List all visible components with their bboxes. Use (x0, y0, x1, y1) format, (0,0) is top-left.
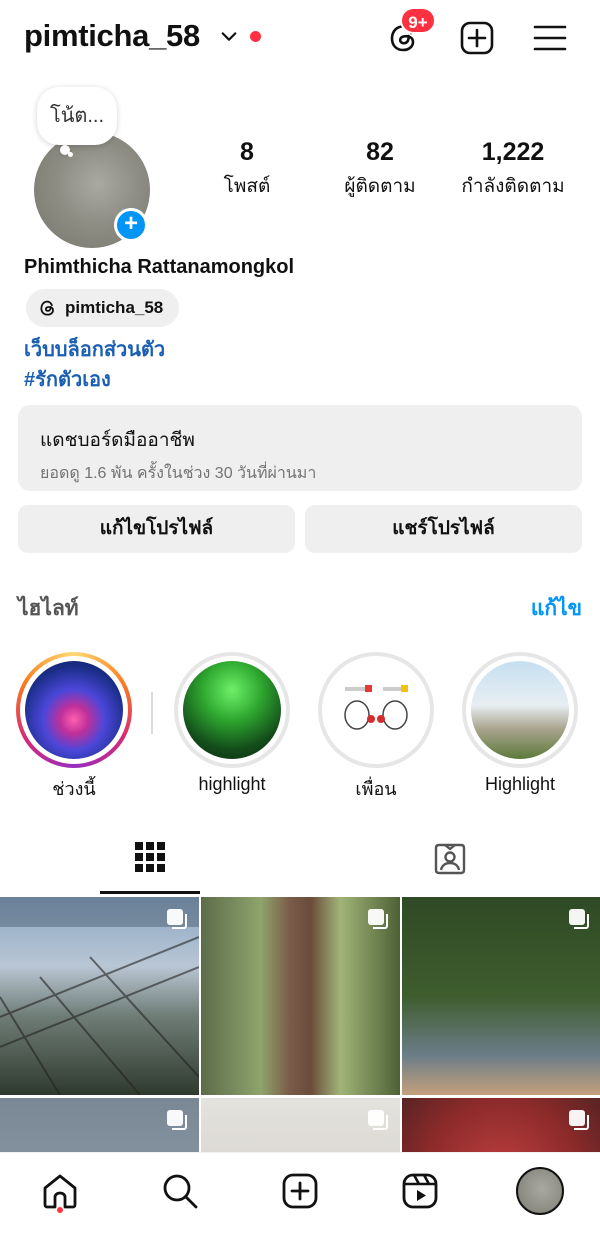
stat-following[interactable]: 1,222 กำลังติดตาม (448, 138, 578, 201)
notification-badge: 9+ (400, 7, 436, 34)
highlight-item[interactable]: เพื่อน (318, 652, 434, 803)
story-ring (16, 652, 132, 768)
create-post-icon[interactable] (459, 20, 495, 56)
professional-dashboard[interactable]: แดชบอร์ดมืออาชีพ ยอดดู 1.6 พัน ครั้งในช่… (18, 405, 582, 491)
posts-grid (0, 897, 600, 1157)
menu-icon[interactable] (532, 20, 568, 56)
profile-avatar-container[interactable]: + (34, 132, 150, 248)
highlight-cover-image (471, 661, 569, 759)
post-thumbnail[interactable] (201, 1098, 400, 1157)
highlight-label: highlight (198, 774, 266, 794)
highlight-ring (318, 652, 434, 768)
tab-posts-grid[interactable] (0, 826, 300, 894)
stat-following-label: กำลังติดตาม (461, 176, 565, 197)
post-thumbnail[interactable] (201, 897, 400, 1095)
bottom-navigation (0, 1152, 600, 1236)
highlight-item[interactable]: Highlight (462, 652, 578, 795)
multiple-photos-icon (569, 1110, 589, 1130)
stat-followers[interactable]: 82 ผู้ติดตาม (330, 138, 430, 201)
tab-tagged[interactable] (300, 826, 600, 894)
profile-avatar-tab[interactable] (516, 1167, 564, 1215)
highlight-cover-image (327, 661, 425, 759)
edit-profile-button[interactable]: แก้ไขโปรไฟล์ (18, 505, 295, 553)
highlight-cover-image (183, 661, 281, 759)
dashboard-title: แดชบอร์ดมืออาชีพ (40, 430, 195, 451)
post-thumbnail[interactable] (402, 1098, 600, 1157)
account-alert-dot (250, 31, 261, 42)
threads-profile-chip[interactable]: pimticha_58 (26, 289, 180, 327)
home-icon[interactable] (40, 1171, 80, 1211)
highlight-ring (462, 652, 578, 768)
highlight-label: ช่วงนี้ (52, 779, 96, 799)
multiple-photos-icon (569, 909, 589, 929)
top-bar: pimticha_58 9+ (0, 0, 600, 80)
highlight-item[interactable]: ช่วงนี้ (16, 652, 132, 803)
profile-tabs (0, 826, 600, 894)
share-profile-button[interactable]: แชร์โปรไฟล์ (305, 505, 582, 553)
note-bubble[interactable]: โน้ต... (37, 87, 117, 145)
highlight-label: Highlight (484, 774, 556, 794)
active-tab-indicator (100, 891, 200, 894)
post-thumbnail[interactable] (0, 897, 199, 1095)
multiple-photos-icon (167, 909, 187, 929)
highlight-ring (174, 652, 290, 768)
post-thumbnail[interactable] (402, 897, 600, 1095)
highlight-label: เพื่อน (355, 779, 397, 799)
chevron-down-icon[interactable] (220, 28, 238, 46)
stat-followers-value: 82 (366, 138, 394, 166)
bio-hashtag[interactable]: #รักตัวเอง (24, 363, 111, 395)
note-bubble-tail-small (68, 152, 73, 157)
dashboard-subtitle: ยอดดู 1.6 พัน ครั้งในช่วง 30 วันที่ผ่านม… (40, 465, 317, 482)
tagged-icon (434, 843, 466, 875)
bio-link-blog[interactable]: เว็บบล็อกส่วนตัว (24, 333, 165, 365)
highlights-edit-link[interactable]: แก้ไข (531, 592, 582, 625)
threads-small-icon (40, 300, 54, 316)
highlights-divider (151, 692, 153, 734)
stat-posts-value: 8 (240, 138, 254, 166)
multiple-photos-icon (167, 1110, 187, 1130)
stat-following-value: 1,222 (481, 138, 545, 166)
highlights-title: ไฮไลท์ (18, 597, 79, 620)
stat-posts-label: โพสต์ (223, 176, 271, 197)
create-icon[interactable] (280, 1171, 320, 1211)
profile-full-name: Phimthicha Rattanamongkol (24, 256, 295, 278)
highlight-cover-image (25, 661, 123, 759)
multiple-photos-icon (368, 1110, 388, 1130)
home-activity-dot (57, 1207, 63, 1213)
stat-posts[interactable]: 8 โพสต์ (205, 138, 289, 201)
account-username[interactable]: pimticha_58 (24, 18, 200, 54)
grid-icon (135, 842, 165, 872)
add-story-plus-icon[interactable]: + (114, 208, 148, 242)
post-thumbnail[interactable] (0, 1098, 199, 1157)
multiple-photos-icon (368, 909, 388, 929)
threads-handle: pimticha_58 (65, 298, 164, 317)
reels-icon[interactable] (400, 1171, 440, 1211)
search-icon[interactable] (160, 1171, 200, 1211)
stat-followers-label: ผู้ติดตาม (344, 176, 416, 197)
highlight-item[interactable]: highlight (174, 652, 290, 795)
